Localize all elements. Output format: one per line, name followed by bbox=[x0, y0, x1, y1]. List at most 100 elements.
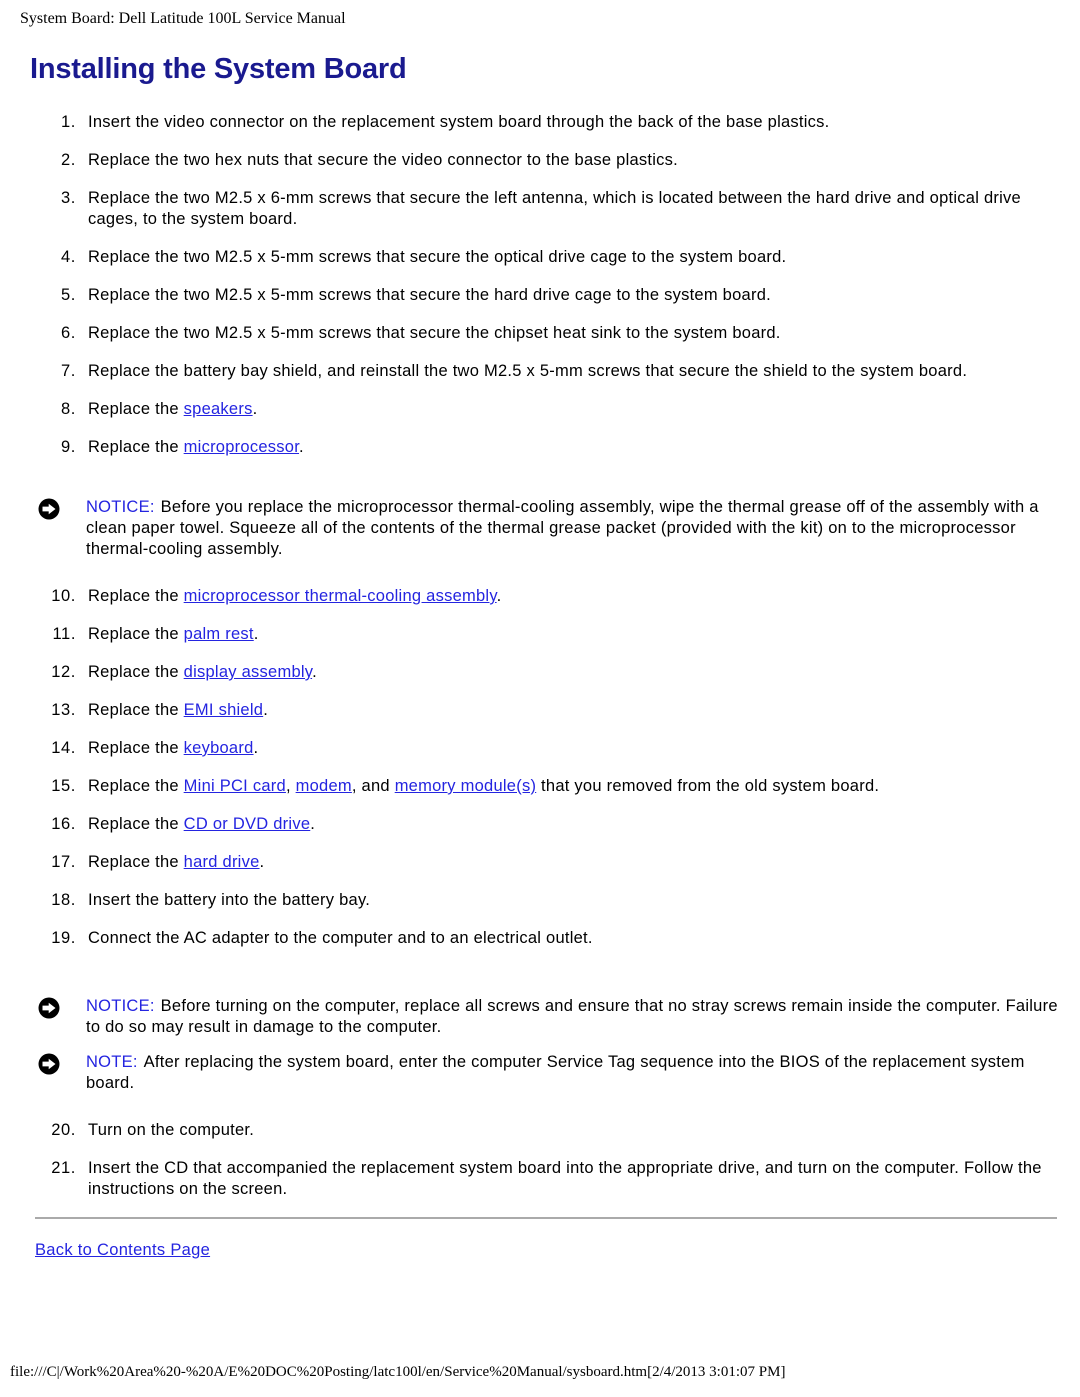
step-link[interactable]: display assembly bbox=[184, 663, 312, 681]
step-number: 6. bbox=[61, 324, 76, 342]
step-number: 5. bbox=[61, 286, 76, 304]
note-arrow-icon bbox=[38, 1053, 60, 1075]
step-text: Replace the bbox=[88, 438, 184, 456]
step-number: 3. bbox=[61, 189, 76, 207]
step-link[interactable]: EMI shield bbox=[184, 701, 264, 719]
step-text: Replace the bbox=[88, 815, 184, 833]
step-text: Turn on the computer. bbox=[88, 1121, 255, 1139]
procedure-step: 18. Insert the battery into the battery b… bbox=[20, 890, 1060, 911]
procedure-steps-part3: 20. Turn on the computer. 21. Insert the CD… bbox=[20, 1120, 1060, 1200]
step-text: Replace the bbox=[88, 400, 184, 418]
notice-label: NOTICE: bbox=[86, 498, 155, 516]
step-link[interactable]: hard drive bbox=[184, 853, 260, 871]
procedure-steps-part2: 10. Replace the microprocessor thermal-co… bbox=[20, 586, 1060, 949]
procedure-step: 15. Replace the Mini PCI card, modem, and… bbox=[20, 776, 1060, 797]
step-text: . bbox=[263, 701, 269, 719]
step-link[interactable]: microprocessor bbox=[184, 438, 299, 456]
step-number: 2. bbox=[61, 151, 76, 169]
page-source-url: file:///C|/Work%20Area%20-%20A/E%20DOC%2… bbox=[10, 1364, 786, 1380]
step-number: 8. bbox=[61, 400, 76, 418]
step-number: 4. bbox=[61, 248, 76, 266]
step-text: . bbox=[253, 625, 259, 643]
procedure-step: 7. Replace the battery bay shield, and re… bbox=[20, 361, 1060, 382]
page-title: Installing the System Board bbox=[30, 53, 407, 85]
procedure-step: 9. Replace the microprocessor. bbox=[20, 437, 1060, 458]
step-number: 18. bbox=[51, 891, 76, 909]
page-running-head: System Board: Dell Latitude 100L Service… bbox=[20, 10, 346, 27]
step-text: Replace the two hex nuts that secure the… bbox=[88, 151, 679, 169]
procedure-step: 19. Connect the AC adapter to the compute… bbox=[20, 928, 1060, 949]
step-link[interactable]: Mini PCI card bbox=[184, 777, 286, 795]
notice-arrow-icon bbox=[38, 997, 60, 1019]
step-text: . bbox=[310, 815, 316, 833]
step-text: Connect the AC adapter to the computer a… bbox=[88, 929, 593, 947]
step-number: 20. bbox=[51, 1121, 76, 1139]
step-text: Replace the bbox=[88, 777, 184, 795]
notice-body: Before turning on the computer, replace … bbox=[86, 997, 1058, 1036]
notice-body: Before you replace the microprocessor th… bbox=[86, 498, 1039, 558]
step-text: Replace the two M2.5 x 5-mm screws that … bbox=[88, 248, 787, 266]
step-text: , and bbox=[351, 777, 395, 795]
step-number: 1. bbox=[61, 113, 76, 131]
step-text: Replace the bbox=[88, 853, 184, 871]
step-text: , bbox=[285, 777, 296, 795]
procedure-step: 17. Replace the hard drive. bbox=[20, 852, 1060, 873]
step-text: that you removed from the old system boa… bbox=[536, 777, 880, 795]
procedure-step: 12. Replace the display assembly. bbox=[20, 662, 1060, 683]
step-link[interactable]: memory module(s) bbox=[395, 777, 537, 795]
step-number: 15. bbox=[51, 777, 76, 795]
step-text: Replace the bbox=[88, 739, 184, 757]
step-number: 9. bbox=[61, 438, 76, 456]
notice-arrow-icon bbox=[38, 498, 60, 520]
note-body: After replacing the system board, enter … bbox=[86, 1053, 1025, 1092]
step-number: 21. bbox=[51, 1159, 76, 1177]
step-text: Insert the video connector on the replac… bbox=[88, 113, 830, 131]
step-number: 7. bbox=[61, 362, 76, 380]
notice-callout-thermal-grease: NOTICE: Before you replace the microproce… bbox=[30, 497, 1060, 560]
procedure-steps-part1: 1. Insert the video connector on the repl… bbox=[20, 112, 1060, 458]
procedure-step: 20. Turn on the computer. bbox=[20, 1120, 1060, 1141]
step-link[interactable]: CD or DVD drive bbox=[184, 815, 311, 833]
step-number: 19. bbox=[51, 929, 76, 947]
step-text: Replace the bbox=[88, 663, 184, 681]
step-number: 10. bbox=[51, 587, 76, 605]
step-number: 14. bbox=[51, 739, 76, 757]
procedure-step: 14. Replace the keyboard. bbox=[20, 738, 1060, 759]
step-link[interactable]: microprocessor thermal-cooling assembly bbox=[184, 587, 497, 605]
procedure-step: 1. Insert the video connector on the repl… bbox=[20, 112, 1060, 133]
step-text: Replace the two M2.5 x 5-mm screws that … bbox=[88, 324, 781, 342]
step-number: 16. bbox=[51, 815, 76, 833]
procedure-step: 11. Replace the palm rest. bbox=[20, 624, 1060, 645]
procedure-step: 10. Replace the microprocessor thermal-co… bbox=[20, 586, 1060, 607]
procedure-step: 3. Replace the two M2.5 x 6-mm screws tha… bbox=[20, 188, 1060, 230]
step-text: Replace the two M2.5 x 6-mm screws that … bbox=[88, 189, 1021, 228]
step-text: . bbox=[312, 663, 317, 681]
step-link[interactable]: keyboard bbox=[184, 739, 254, 757]
step-text: . bbox=[253, 739, 259, 757]
step-number: 13. bbox=[51, 701, 76, 719]
back-to-contents-link[interactable]: Back to Contents Page bbox=[35, 1241, 210, 1260]
footer-divider bbox=[35, 1217, 1057, 1219]
step-number: 17. bbox=[51, 853, 76, 871]
procedure-step: 4. Replace the two M2.5 x 5-mm screws tha… bbox=[20, 247, 1060, 268]
step-text: . bbox=[496, 587, 502, 605]
notice-label: NOTICE: bbox=[86, 997, 155, 1015]
note-label: NOTE: bbox=[86, 1053, 138, 1071]
procedure-step: 13. Replace the EMI shield. bbox=[20, 700, 1060, 721]
step-link[interactable]: palm rest bbox=[184, 625, 254, 643]
procedure-step: 2. Replace the two hex nuts that secure t… bbox=[20, 150, 1060, 171]
step-text: . bbox=[299, 438, 304, 456]
step-text: Insert the battery into the battery bay. bbox=[88, 891, 371, 909]
step-link[interactable]: modem bbox=[296, 777, 352, 795]
procedure-step: 8. Replace the speakers. bbox=[20, 399, 1060, 420]
step-text: Insert the CD that accompanied the repla… bbox=[88, 1159, 1042, 1198]
step-text: Replace the two M2.5 x 5-mm screws that … bbox=[88, 286, 771, 304]
step-text: . bbox=[259, 853, 265, 871]
step-text: Replace the battery bay shield, and rein… bbox=[88, 362, 968, 380]
procedure-step: 5. Replace the two M2.5 x 5-mm screws tha… bbox=[20, 285, 1060, 306]
step-link[interactable]: speakers bbox=[184, 400, 253, 418]
procedure-step: 21. Insert the CD that accompanied the re… bbox=[20, 1158, 1060, 1200]
step-text: . bbox=[252, 400, 258, 418]
procedure-step: 16. Replace the CD or DVD drive. bbox=[20, 814, 1060, 835]
notice-callout-stray-screws: NOTICE: Before turning on the computer, r… bbox=[30, 996, 1060, 1038]
